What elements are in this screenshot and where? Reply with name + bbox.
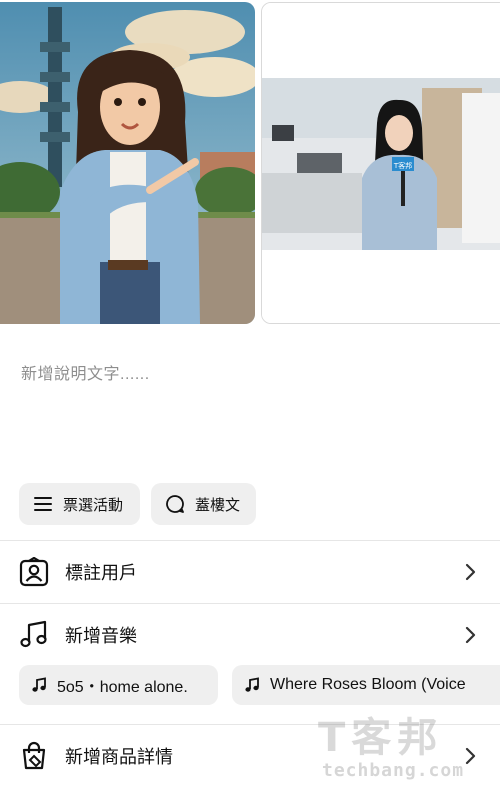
chevron-right-icon [465,626,476,644]
poll-label: 票選活動 [63,496,124,514]
selected-photo-illustration[interactable] [0,2,255,324]
watermark-brand: T客邦 [318,715,444,761]
divider [0,540,500,541]
tag-people-row[interactable]: 標註用戶 [0,542,500,602]
add-product-label: 新增商品詳情 [65,747,173,767]
add-music-label: 新增音樂 [65,626,137,646]
music-suggestion-chip[interactable]: 5o5・home alone. [19,665,218,705]
techbang-watermark: T客邦 techbang.com [318,716,488,788]
music-suggestion-chip[interactable]: Where Roses Bloom (Voice [232,665,500,705]
mic-flag-text: T客邦 [393,161,412,170]
thread-label: 蓋樓文 [195,496,241,514]
shopping-bag-icon [22,741,46,770]
divider [0,603,500,604]
music-note-icon [245,677,259,692]
watermark-domain: techbang.com [322,760,465,781]
chevron-right-icon [465,563,476,581]
music-suggestion-title: Where Roses Bloom (Voice [270,676,466,693]
person-tag-icon [19,557,49,587]
music-suggestion-title: 5o5・home alone. [57,679,188,696]
music-note-icon [20,620,47,648]
selected-photo[interactable]: T客邦 [261,2,500,324]
add-music-row[interactable]: 新增音樂 [0,605,500,665]
poll-button[interactable]: 票選活動 [19,483,140,525]
music-note-icon [32,677,46,692]
tag-people-label: 標註用戶 [65,563,137,583]
photo-carousel[interactable]: T客邦 [0,0,500,326]
caption-input[interactable]: 新增說明文字...... [21,360,150,384]
thread-button[interactable]: 蓋樓文 [151,483,256,525]
list-icon [34,497,52,511]
speech-bubble-icon [166,495,184,513]
